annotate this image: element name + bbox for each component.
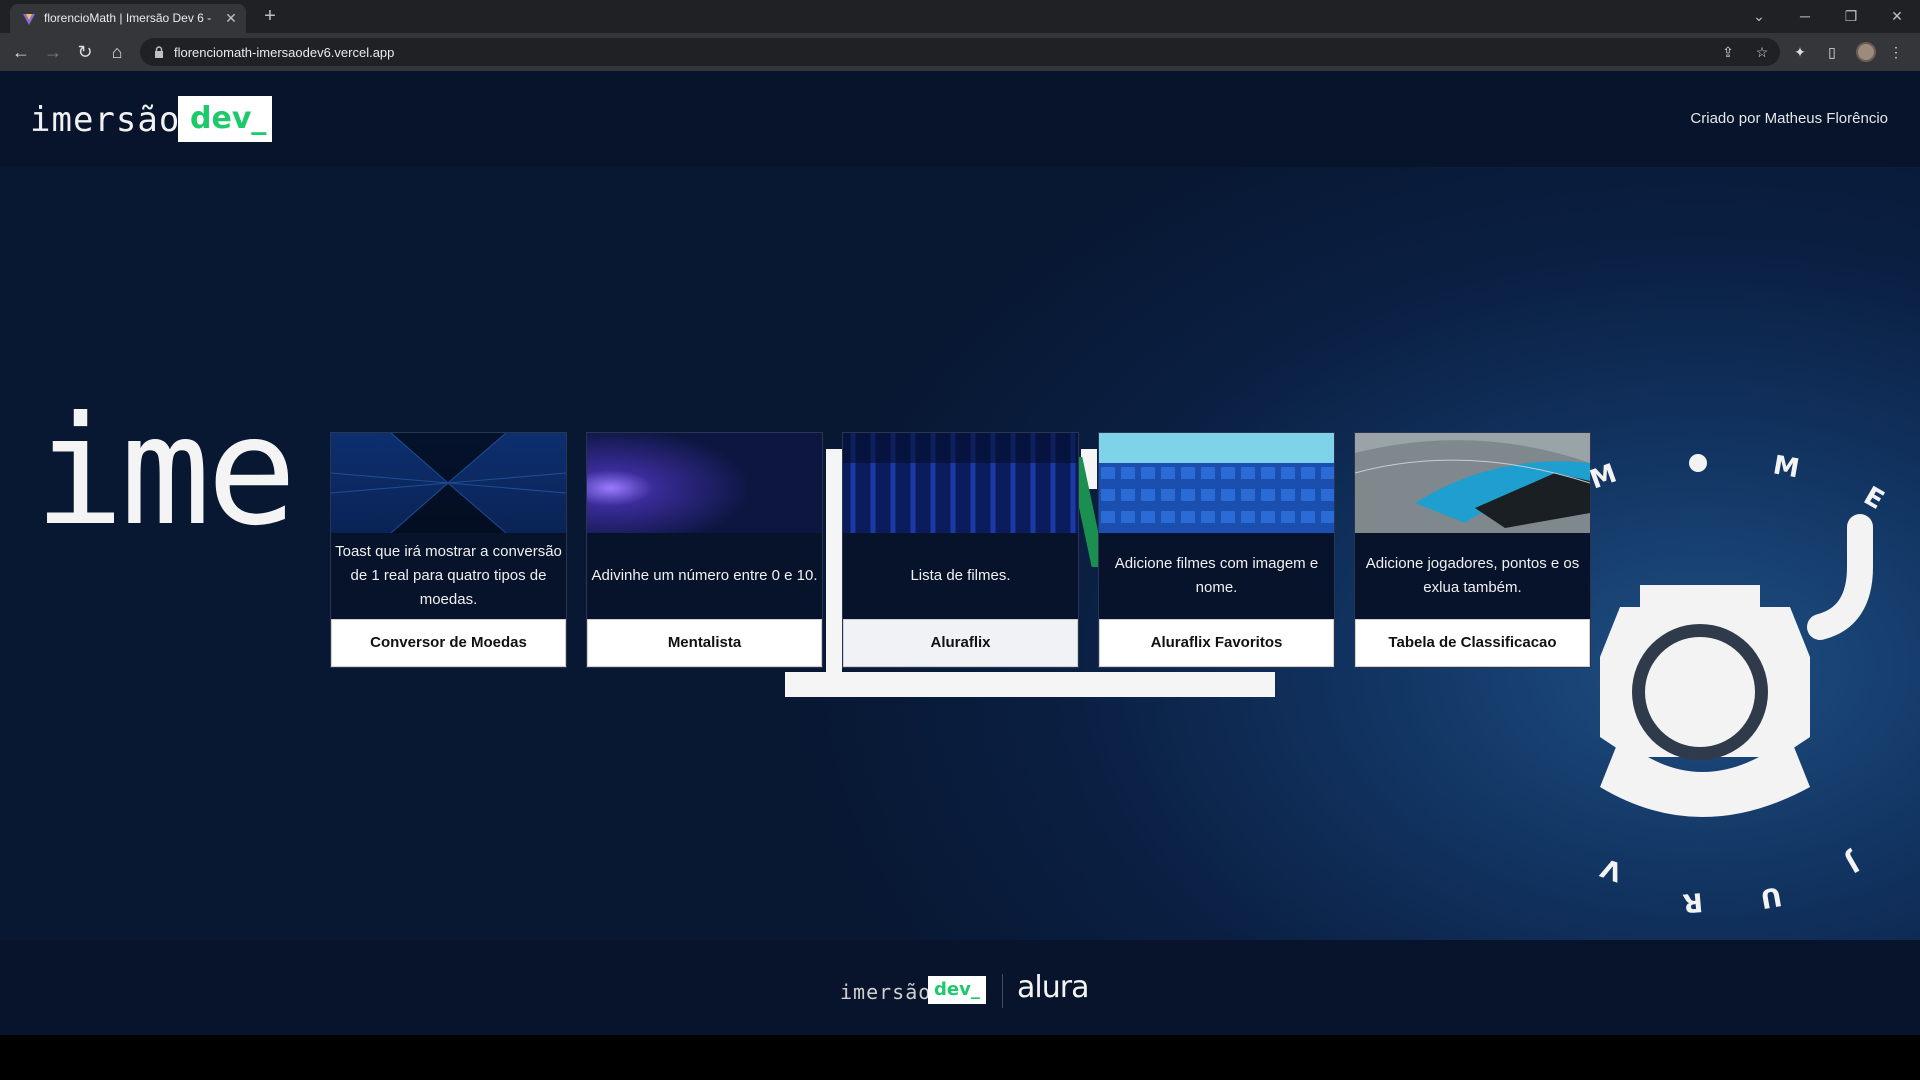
menu-kebab-icon[interactable]: ⋮ [1886, 42, 1906, 62]
astronaut-mascot-icon: M M E V R U J [1586, 450, 1889, 918]
svg-text:M: M [1771, 450, 1802, 484]
extensions-icon[interactable]: ✦ [1790, 42, 1810, 62]
address-bar[interactable]: florenciomath-imersaodev6.vercel.app [140, 38, 1780, 66]
card-description: Adicione jogadores, pontos e os exlua ta… [1365, 555, 1580, 596]
author-credit: Criado por Matheus Florêncio [1690, 110, 1888, 127]
minimize-icon[interactable]: ─ [1790, 4, 1820, 28]
page: imersão dev_ Criado por Matheus Florênci… [0, 71, 1920, 1035]
site-header: imersão dev_ Criado por Matheus Florênci… [0, 71, 1920, 167]
project-card-tabela: Adicione jogadores, pontos e os exlua ta… [1354, 432, 1591, 668]
hero-big-text: ime [34, 385, 297, 559]
share-icon[interactable]: ⇪ [1718, 42, 1738, 62]
side-panel-icon[interactable]: ▯ [1822, 42, 1842, 62]
forward-icon[interactable]: → [40, 40, 66, 64]
footer-logo-badge: dev_ [928, 976, 986, 1004]
conversor-de-moedas-button[interactable]: Conversor de Moedas [331, 619, 566, 667]
url-text: florenciomath-imersaodev6.vercel.app [174, 45, 395, 60]
site-footer: imersão dev_ alura [0, 940, 1920, 1035]
browser-tab[interactable]: florencioMath | Imersão Dev 6 - ✕ [10, 4, 246, 33]
profile-avatar[interactable] [1856, 42, 1876, 62]
svg-text:V: V [1597, 852, 1626, 887]
card-description: Toast que irá mostrar a conversão de 1 r… [335, 543, 562, 608]
browser-tab-bar: florencioMath | Imersão Dev 6 - ✕ + ⌄ ─ … [0, 0, 1920, 33]
svg-text:E: E [1859, 481, 1889, 516]
card-description: Adicione filmes com imagem e nome. [1114, 555, 1319, 596]
vercel-favicon-icon [23, 14, 35, 25]
close-window-icon[interactable]: ✕ [1882, 4, 1912, 28]
card-image-blue-tunnel [331, 433, 566, 533]
card-description: Lista de filmes. [910, 567, 1011, 584]
restore-icon[interactable]: ❐ [1836, 4, 1866, 28]
project-card-aluraflix: Lista de filmes. Aluraflix [842, 432, 1079, 668]
project-card-mentalista: Adivinhe um número entre 0 e 10. Mentali… [586, 432, 823, 668]
decorative-post [826, 449, 842, 674]
svg-text:R: R [1681, 886, 1704, 918]
card-description: Adivinhe um número entre 0 e 10. [591, 567, 818, 584]
tabela-de-classificacao-button[interactable]: Tabela de Classificacao [1355, 619, 1590, 667]
home-icon[interactable]: ⌂ [104, 40, 130, 64]
lock-icon [155, 46, 163, 58]
svg-text:M: M [1586, 459, 1621, 496]
browser-toolbar: ← → ↻ ⌂ florenciomath-imersaodev6.vercel… [0, 33, 1920, 71]
aluraflix-favoritos-button[interactable]: Aluraflix Favoritos [1099, 619, 1334, 667]
bookmark-star-icon[interactable]: ☆ [1752, 42, 1772, 62]
hero-section: ime Toast que irá mostrar a conversão de… [0, 167, 1920, 940]
logo-badge: dev_ [178, 96, 272, 142]
card-image-purple-glow [587, 433, 822, 533]
tab-search-icon[interactable]: ⌄ [1744, 4, 1774, 28]
taskbar-strip [0, 1035, 1920, 1080]
card-image-stadium [1355, 433, 1590, 533]
alura-logo[interactable]: alura [1017, 970, 1089, 1005]
footer-logo-text: imersão [840, 980, 932, 1004]
close-tab-icon[interactable]: ✕ [222, 9, 240, 27]
reload-icon[interactable]: ↻ [72, 40, 98, 64]
card-image-blue-curtain [843, 433, 1078, 533]
footer-divider [1002, 974, 1003, 1008]
project-card-conversor: Toast que irá mostrar a conversão de 1 r… [330, 432, 567, 668]
new-tab-button[interactable]: + [258, 5, 282, 29]
mentalista-button[interactable]: Mentalista [587, 619, 822, 667]
decorative-white-bar [785, 672, 1275, 697]
svg-text:J: J [1840, 846, 1865, 878]
project-card-aluraflix-favoritos: Adicione filmes com imagem e nome. Alura… [1098, 432, 1335, 668]
svg-text:U: U [1758, 880, 1784, 913]
back-icon[interactable]: ← [8, 40, 34, 64]
card-image-cinema-seats [1099, 433, 1334, 533]
tab-title: florencioMath | Imersão Dev 6 - [44, 11, 212, 25]
aluraflix-button[interactable]: Aluraflix [843, 619, 1078, 667]
logo-text: imersão [30, 100, 181, 140]
